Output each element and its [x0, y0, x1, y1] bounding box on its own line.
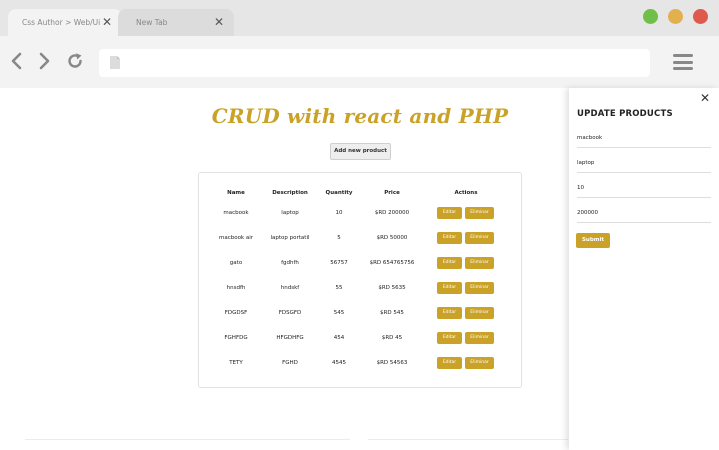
cell-description: FGHD	[282, 360, 298, 366]
panel-title: UPDATE PRODUCTS	[577, 109, 673, 119]
tab-new-tab[interactable]: New Tab ✕	[118, 9, 234, 36]
cell-quantity: 56757	[330, 260, 348, 266]
back-arrow-icon[interactable]	[8, 52, 26, 70]
delete-button[interactable]: Eliminar	[465, 207, 494, 219]
divider	[25, 439, 350, 440]
products-table: Name Description Quantity Price Actions …	[198, 172, 522, 388]
cell-description: laptop portatil	[270, 235, 310, 241]
update-products-panel: ✕ UPDATE PRODUCTS macbook laptop 10 2000…	[569, 88, 719, 450]
cell-description: FDSGFD	[278, 310, 302, 316]
window-minimize-dot[interactable]	[668, 9, 683, 24]
edit-button[interactable]: Editar	[437, 307, 462, 319]
browser-toolbar	[0, 36, 719, 88]
delete-button[interactable]: Eliminar	[465, 332, 494, 344]
reload-icon[interactable]	[66, 52, 84, 70]
delete-button[interactable]: Eliminar	[465, 232, 494, 244]
cell-description: laptop	[281, 210, 299, 216]
cell-quantity: 4545	[332, 360, 346, 366]
cell-quantity: 454	[333, 335, 345, 341]
page-title: CRUD with react and PHP	[211, 104, 509, 128]
cell-name: macbook	[223, 210, 249, 216]
column-header-actions: Actions	[454, 190, 478, 196]
delete-button[interactable]: Eliminar	[465, 307, 494, 319]
cell-quantity: 55	[335, 285, 343, 291]
edit-button[interactable]: Editar	[437, 232, 462, 244]
edit-button[interactable]: Editar	[437, 357, 462, 369]
column-header-price: Price	[384, 190, 400, 196]
forward-arrow-icon[interactable]	[35, 52, 53, 70]
cell-quantity: 5	[337, 235, 341, 241]
address-bar[interactable]	[99, 49, 650, 77]
name-field[interactable]: macbook	[577, 129, 711, 148]
tab-bar: Css Author > Web/Ui ✕ New Tab ✕	[0, 0, 719, 36]
cell-price: $RD 45	[381, 335, 403, 341]
window-maximize-dot[interactable]	[643, 9, 658, 24]
cell-name: FDGDSF	[224, 310, 248, 316]
cell-price: $RD 50000	[376, 235, 408, 241]
close-icon[interactable]: ✕	[214, 15, 224, 29]
hamburger-menu-icon[interactable]	[673, 54, 693, 70]
close-icon[interactable]: ✕	[700, 91, 710, 105]
column-header-description: Description	[272, 190, 308, 196]
delete-button[interactable]: Eliminar	[465, 282, 494, 294]
close-icon[interactable]: ✕	[102, 15, 112, 29]
tab-title: New Tab	[136, 18, 168, 27]
add-product-button[interactable]: Add new product	[330, 143, 391, 160]
cell-name: hnsdfh	[226, 285, 246, 291]
tab-css-author[interactable]: Css Author > Web/Ui ✕	[8, 9, 122, 36]
cell-price: $RD 54563	[376, 360, 408, 366]
tab-title: Css Author > Web/Ui	[22, 18, 101, 27]
page-icon	[110, 56, 120, 69]
description-field[interactable]: laptop	[577, 154, 711, 173]
submit-button[interactable]: Submit	[576, 233, 610, 248]
column-header-quantity: Quantity	[325, 190, 353, 196]
delete-button[interactable]: Eliminar	[465, 257, 494, 269]
cell-name: TETY	[229, 360, 243, 366]
cell-price: $RD 5635	[378, 285, 406, 291]
delete-button[interactable]: Eliminar	[465, 357, 494, 369]
cell-price: $RD 200000	[374, 210, 410, 216]
window-close-dot[interactable]	[693, 9, 708, 24]
cell-description: HFGDHFG	[276, 335, 304, 341]
cell-price: $RD 654765756	[369, 260, 415, 266]
cell-description: hndskf	[280, 285, 300, 291]
cell-name: FGHFDG	[224, 335, 248, 341]
edit-button[interactable]: Editar	[437, 207, 462, 219]
cell-quantity: 545	[333, 310, 345, 316]
cell-quantity: 10	[335, 210, 343, 216]
cell-price: $RD 545	[380, 310, 404, 316]
price-field[interactable]: 200000	[577, 204, 711, 223]
quantity-field[interactable]: 10	[577, 179, 711, 198]
cell-name: macbook air	[218, 235, 254, 241]
edit-button[interactable]: Editar	[437, 332, 462, 344]
cell-description: fgdhfh	[281, 260, 299, 266]
edit-button[interactable]: Editar	[437, 257, 462, 269]
divider	[368, 439, 568, 440]
edit-button[interactable]: Editar	[437, 282, 462, 294]
cell-name: gato	[229, 260, 243, 266]
column-header-name: Name	[227, 190, 245, 196]
